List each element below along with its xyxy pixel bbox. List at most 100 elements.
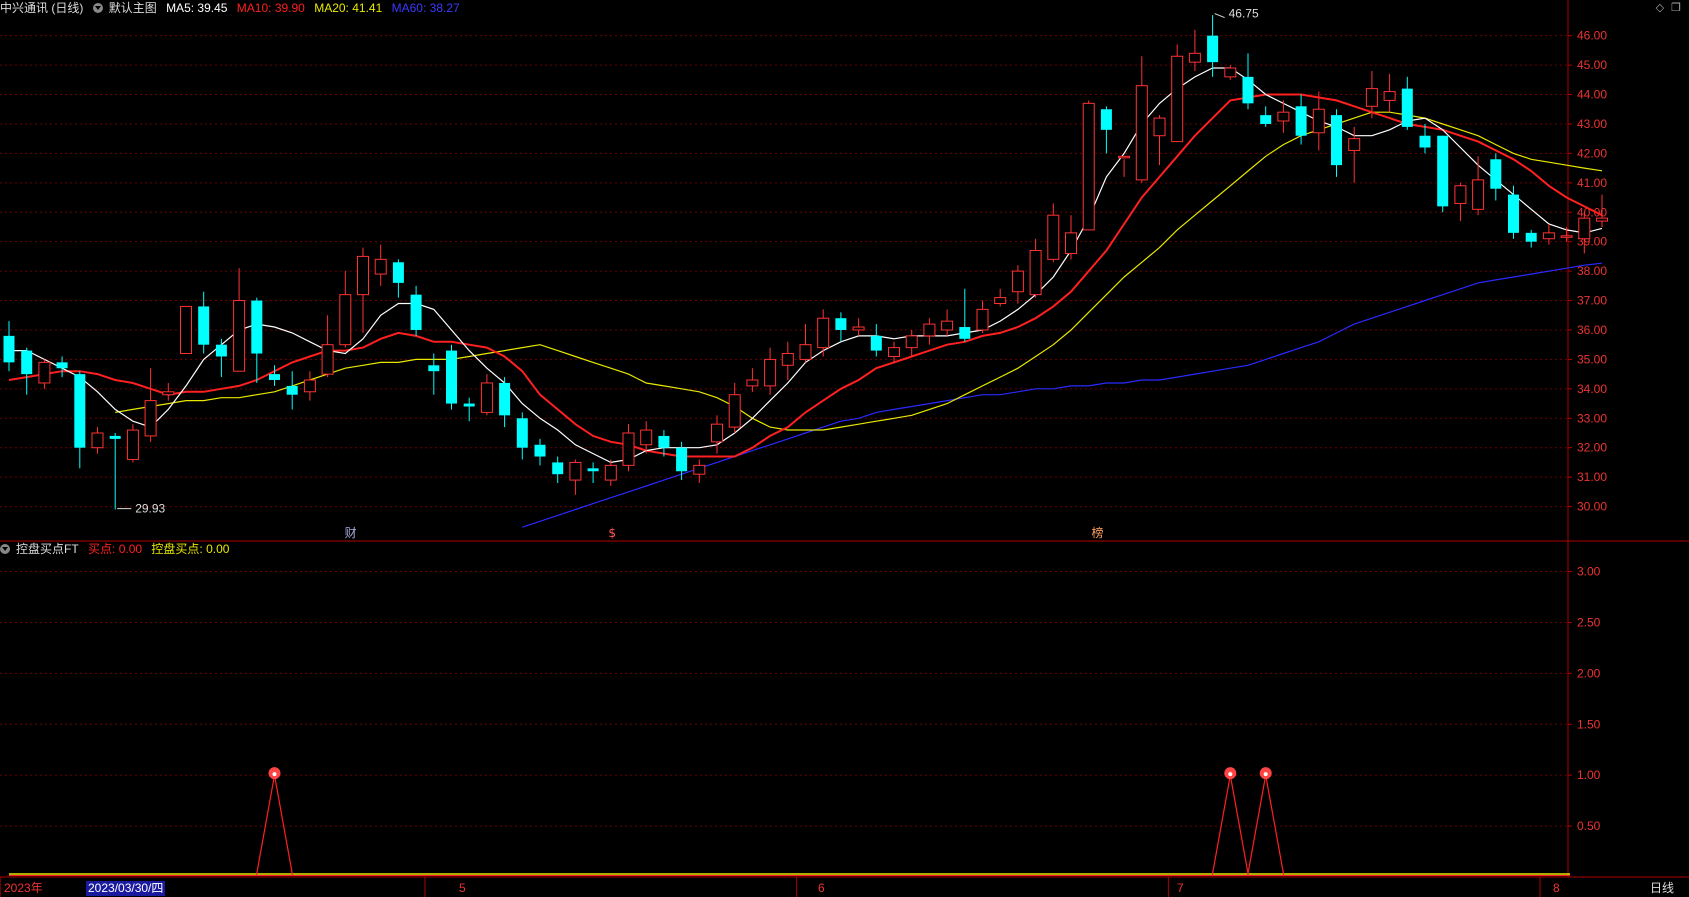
candle-body xyxy=(587,468,599,472)
candle xyxy=(233,268,246,372)
candle-body xyxy=(1331,115,1342,166)
candle-body xyxy=(1277,111,1290,122)
candle-body xyxy=(180,305,192,355)
price-tick-label: 37.00 xyxy=(1577,294,1607,308)
candle-body xyxy=(604,464,617,481)
ma-line-ma10 xyxy=(8,93,1603,458)
candle xyxy=(180,305,192,355)
ctrl-buy-readout: 控盘买点: 0.00 xyxy=(151,542,230,556)
buy-signal-dot xyxy=(1263,772,1268,777)
period-button[interactable]: 日线 xyxy=(1650,881,1674,896)
candle-body xyxy=(658,435,670,448)
candle xyxy=(392,259,404,298)
candle-body xyxy=(428,365,440,372)
candle xyxy=(286,371,298,410)
candle-body xyxy=(817,317,830,349)
candle-body xyxy=(144,400,157,437)
candle-body xyxy=(1065,232,1077,254)
candle-body xyxy=(1560,235,1573,238)
candle xyxy=(1472,156,1485,216)
buy-signal-spike xyxy=(1247,775,1285,876)
candle xyxy=(746,368,759,392)
price-tick-label: 30.00 xyxy=(1577,500,1607,514)
candle-body xyxy=(552,462,564,475)
candle-body xyxy=(781,353,794,366)
candle-body xyxy=(1472,179,1485,210)
candle-body xyxy=(1082,102,1095,231)
kline-chart[interactable]: 46.0045.0044.0043.0042.0041.0040.0039.00… xyxy=(0,0,1689,897)
candle-body xyxy=(463,403,475,407)
candle-body xyxy=(109,435,121,439)
candle xyxy=(516,412,528,460)
candle-body xyxy=(1029,250,1042,296)
candle xyxy=(1383,73,1396,113)
price-tick-label: 45.00 xyxy=(1577,58,1607,72)
candle-body xyxy=(74,374,86,448)
candle xyxy=(251,297,263,383)
candle-body xyxy=(410,294,422,330)
indicator-tick-label: 1.00 xyxy=(1577,768,1601,782)
buy-signal-spike xyxy=(1211,775,1249,876)
candle xyxy=(321,315,334,378)
candle xyxy=(1047,203,1060,263)
price-tick-label: 43.00 xyxy=(1577,117,1607,131)
candle xyxy=(693,459,706,484)
candle-body xyxy=(959,327,971,339)
candle xyxy=(38,359,51,389)
candle xyxy=(1242,53,1254,110)
candle xyxy=(905,329,918,357)
price-tick-label: 35.00 xyxy=(1577,352,1607,366)
candle xyxy=(622,424,635,472)
indicator-header: 控盘买点FT 买点: 0.00 控盘买点: 0.00 xyxy=(0,541,235,557)
indicator-tick-label: 1.50 xyxy=(1577,717,1601,731)
event-tag: 榜 xyxy=(1092,525,1104,540)
candle xyxy=(817,309,830,357)
candle-body xyxy=(162,391,175,396)
price-tick-label: 46.00 xyxy=(1577,29,1607,43)
candle-body xyxy=(1011,270,1024,293)
candle xyxy=(162,382,175,401)
dropdown-arrow-icon[interactable] xyxy=(0,544,10,554)
candle-body xyxy=(1490,159,1502,189)
candle-body xyxy=(941,320,954,331)
candle xyxy=(74,371,86,469)
candle-body xyxy=(1542,232,1555,240)
candle xyxy=(1437,135,1449,213)
candle xyxy=(480,374,493,416)
price-tick-label: 34.00 xyxy=(1577,382,1607,396)
indicator-dropdown[interactable]: 控盘买点FT xyxy=(0,542,79,556)
candle xyxy=(1065,215,1077,260)
candle xyxy=(569,459,582,495)
month-label: 5 xyxy=(459,881,466,895)
candle-body xyxy=(286,385,298,395)
candle xyxy=(1011,265,1024,304)
candle xyxy=(1171,44,1184,143)
candle xyxy=(534,438,546,466)
candle-body xyxy=(56,362,68,369)
candle xyxy=(499,377,511,428)
candle xyxy=(1454,182,1467,222)
candle-body xyxy=(1437,135,1449,207)
month-label: 7 xyxy=(1177,881,1184,895)
candle-body xyxy=(728,394,741,428)
candle-body xyxy=(321,344,334,375)
candle xyxy=(994,288,1007,307)
candle-body xyxy=(693,464,706,475)
candle-body xyxy=(799,344,812,360)
buy-signal-dot xyxy=(1228,772,1233,777)
candle-body xyxy=(1242,76,1254,104)
candle xyxy=(1260,106,1272,127)
event-tag: 财 xyxy=(345,526,357,540)
candle xyxy=(1100,106,1112,154)
candle xyxy=(764,347,777,395)
candle-body xyxy=(1596,217,1608,222)
candle-body xyxy=(1383,91,1396,101)
candle-body xyxy=(198,306,210,345)
candle-body xyxy=(1100,109,1112,130)
candle xyxy=(357,247,369,333)
candle-body xyxy=(3,335,15,363)
candle xyxy=(587,462,599,484)
candle-body xyxy=(1171,55,1184,143)
candle-body xyxy=(357,255,369,296)
candle-body xyxy=(392,262,404,283)
